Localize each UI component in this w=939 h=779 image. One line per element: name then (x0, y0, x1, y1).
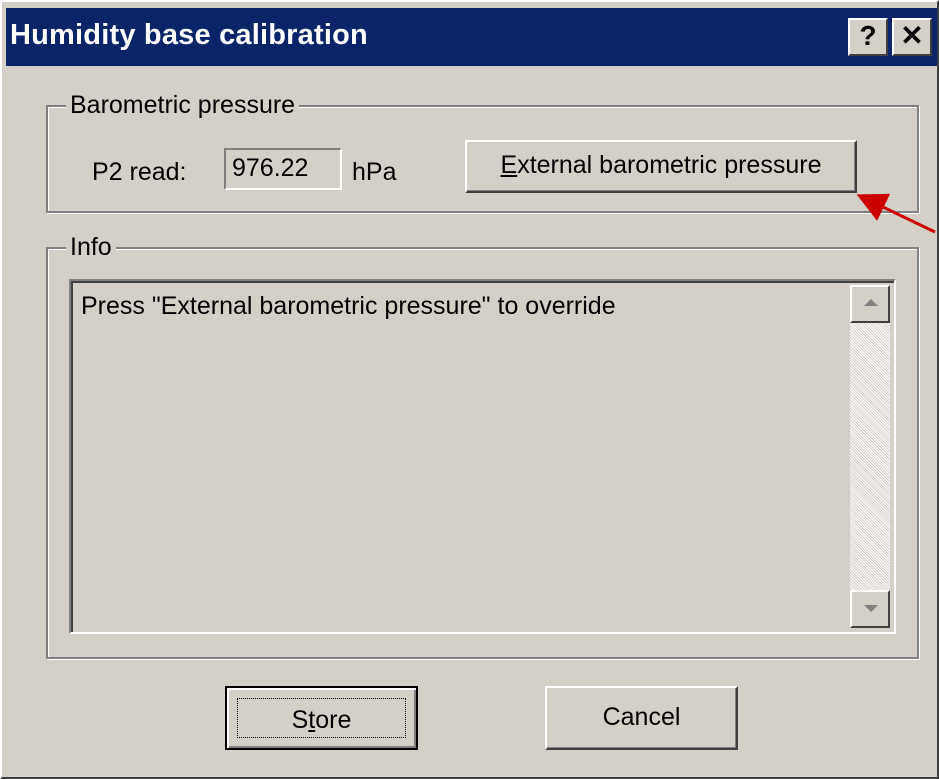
info-scrollbar[interactable] (850, 285, 890, 628)
close-icon: ✕ (900, 20, 924, 51)
store-button[interactable]: Store (225, 686, 418, 750)
scroll-up-button[interactable] (850, 285, 890, 323)
info-legend: Info (66, 232, 116, 262)
scroll-down-button[interactable] (850, 590, 890, 628)
external-barometric-pressure-button[interactable]: External barometric pressure (465, 140, 857, 193)
barometric-pressure-legend: Barometric pressure (66, 90, 300, 120)
store-focus-rect: Store (237, 698, 406, 738)
external-button-mnemonic: E (500, 151, 518, 179)
title-bar[interactable]: Humidity base calibration ? ✕ (6, 8, 937, 66)
p2-read-label: P2 read: (92, 158, 187, 186)
pressure-unit-label: hPa (352, 158, 397, 186)
info-message: Press "External barometric pressure" to … (81, 292, 616, 320)
p2-read-field: 976.22 (224, 148, 342, 190)
scroll-down-arrow-icon (864, 605, 878, 612)
window-title: Humidity base calibration (10, 19, 368, 51)
dialog-window: Humidity base calibration ? ✕ Barometric… (0, 0, 939, 779)
store-label-prefix: S (291, 706, 309, 734)
close-button[interactable]: ✕ (892, 18, 932, 56)
help-icon: ? (859, 20, 877, 51)
cancel-button[interactable]: Cancel (545, 686, 738, 750)
external-button-label: xternal barometric pressure (517, 151, 822, 179)
help-button[interactable]: ? (848, 18, 888, 56)
store-label-rest: ore (315, 706, 352, 734)
scroll-up-arrow-icon (864, 299, 878, 306)
info-text-area[interactable]: Press "External barometric pressure" to … (69, 279, 896, 634)
